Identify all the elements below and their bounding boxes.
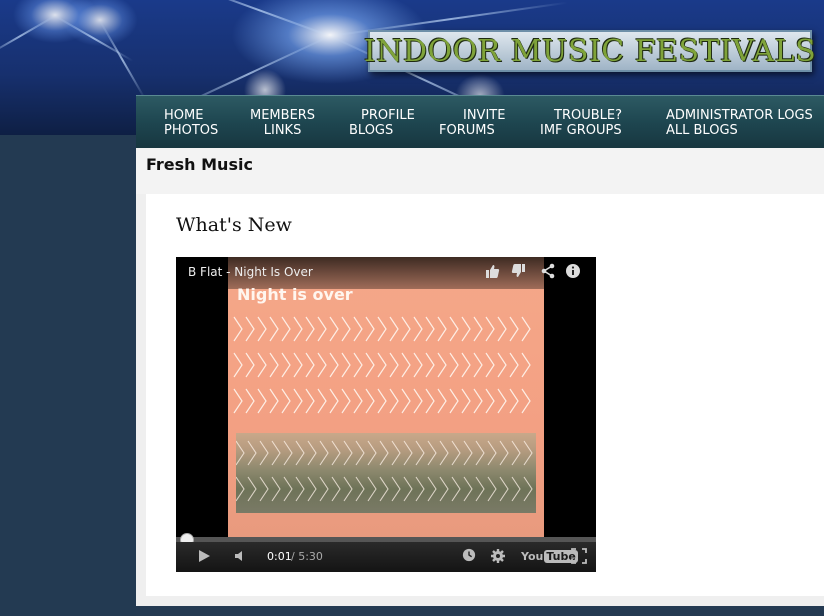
zigzag-overlay xyxy=(236,440,533,502)
nav-link-imf-groups[interactable]: IMF GROUPS xyxy=(540,123,622,138)
nav-link-blogs[interactable]: BLOGS xyxy=(349,123,415,138)
left-sidebar xyxy=(0,135,136,616)
artwork-title: Night is over xyxy=(237,285,353,304)
video-title[interactable]: B Flat - Night Is Over xyxy=(188,265,313,279)
nav-link-profile[interactable]: PROFILE xyxy=(349,108,415,123)
share-icon[interactable] xyxy=(539,263,557,281)
youtube-logo[interactable]: You Tube xyxy=(521,550,578,563)
site-logo[interactable]: INDOOR MUSIC FESTIVALS xyxy=(364,30,816,72)
play-icon[interactable] xyxy=(196,548,212,569)
time-total: / 5:30 xyxy=(291,550,323,563)
nav-link-links[interactable]: LINKS xyxy=(250,123,315,138)
nav-link-forums[interactable]: FORUMS xyxy=(439,123,505,138)
nav-link-invite[interactable]: INVITE xyxy=(439,108,505,123)
nav-item-invite-forums[interactable]: INVITE FORUMS xyxy=(439,108,505,138)
clock-icon[interactable] xyxy=(462,548,476,567)
nav-item-home-photos[interactable]: HOME PHOTOS xyxy=(164,108,218,138)
nav-item-profile-blogs[interactable]: PROFILE BLOGS xyxy=(349,108,415,138)
nav-link-administrator-logs[interactable]: ADMINISTRATOR LOGS xyxy=(666,108,813,123)
nav-link-trouble[interactable]: TROUBLE? xyxy=(540,108,622,123)
info-icon[interactable] xyxy=(564,263,582,281)
fullscreen-icon[interactable] xyxy=(571,548,587,569)
control-bar: 0:01 / 5:30 You Tube xyxy=(176,542,596,572)
nav-item-members-links[interactable]: MEMBERS LINKS xyxy=(250,108,315,138)
landscape-image xyxy=(236,433,536,513)
whats-new-heading: What's New xyxy=(176,214,292,236)
nav-link-all-blogs[interactable]: ALL BLOGS xyxy=(666,123,813,138)
nav-link-members[interactable]: MEMBERS xyxy=(250,108,315,123)
main-nav: HOME PHOTOS MEMBERS LINKS PROFILE BLOGS … xyxy=(136,95,824,149)
section-title: Fresh Music xyxy=(146,155,253,174)
youtube-logo-you: You xyxy=(521,550,544,563)
thumbs-down-icon[interactable] xyxy=(510,263,528,281)
gear-icon[interactable] xyxy=(490,548,506,569)
time-current: 0:01 xyxy=(267,550,292,563)
site-logo-text: INDOOR MUSIC FESTIVALS xyxy=(363,33,817,69)
nav-item-admin-allblogs[interactable]: ADMINISTRATOR LOGS ALL BLOGS xyxy=(666,108,813,138)
section-header: Fresh Music xyxy=(136,148,824,194)
nav-link-photos[interactable]: PHOTOS xyxy=(164,123,218,138)
thumbs-up-icon[interactable] xyxy=(483,263,501,281)
nav-item-trouble-groups[interactable]: TROUBLE? IMF GROUPS xyxy=(540,108,622,138)
volume-icon[interactable] xyxy=(233,548,249,569)
video-player[interactable]: B Flat - Night Is Over Night is over 0:0… xyxy=(176,257,596,572)
nav-link-home[interactable]: HOME xyxy=(164,108,218,123)
